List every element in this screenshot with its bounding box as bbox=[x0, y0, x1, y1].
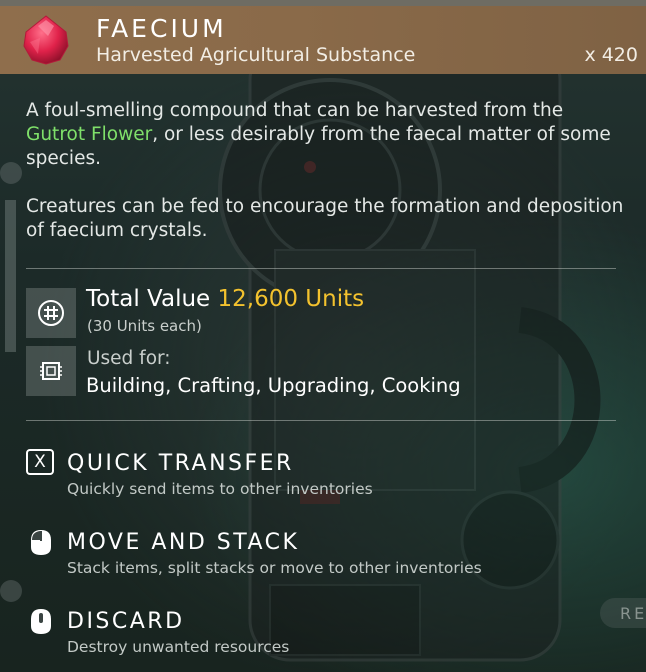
divider bbox=[26, 268, 616, 269]
unit-value: (30 Units each) bbox=[87, 317, 202, 335]
quick-transfer-description: Quickly send items to other inventories bbox=[67, 480, 373, 498]
total-value-label: Total Value bbox=[86, 286, 211, 312]
description-paragraph-2: Creatures can be fed to encourage the fo… bbox=[26, 196, 624, 241]
units-currency-icon bbox=[38, 300, 64, 326]
discard-action[interactable]: DISCARD bbox=[67, 609, 185, 634]
used-for-label: Used for: bbox=[87, 348, 171, 369]
total-value: Total Value 12,600 Units bbox=[86, 286, 364, 312]
value-icon-box bbox=[26, 288, 76, 338]
item-detail-panel: A foul-smelling compound that can be har… bbox=[0, 0, 646, 672]
x-key-icon: X bbox=[26, 449, 54, 475]
divider bbox=[26, 420, 616, 421]
used-for-list: Building, Crafting, Upgrading, Cooking bbox=[86, 374, 461, 397]
gutrot-flower-link: Gutrot Flower bbox=[26, 124, 153, 145]
description-paragraph-1: A foul-smelling compound that can be har… bbox=[26, 99, 626, 171]
usage-icon-box bbox=[26, 346, 76, 396]
move-and-stack-description: Stack items, split stacks or move to oth… bbox=[67, 559, 482, 577]
move-and-stack-action[interactable]: MOVE AND STACK bbox=[67, 530, 299, 555]
total-value-amount: 12,600 Units bbox=[217, 286, 365, 312]
description-text: A foul-smelling compound that can be har… bbox=[26, 100, 564, 121]
quick-transfer-action[interactable]: QUICK TRANSFER bbox=[67, 451, 294, 476]
mouse-left-icon bbox=[31, 530, 51, 555]
mouse-middle-icon bbox=[31, 609, 51, 634]
return-button[interactable]: RE bbox=[600, 598, 646, 628]
discard-description: Destroy unwanted resources bbox=[67, 638, 290, 656]
chip-icon bbox=[40, 362, 62, 380]
